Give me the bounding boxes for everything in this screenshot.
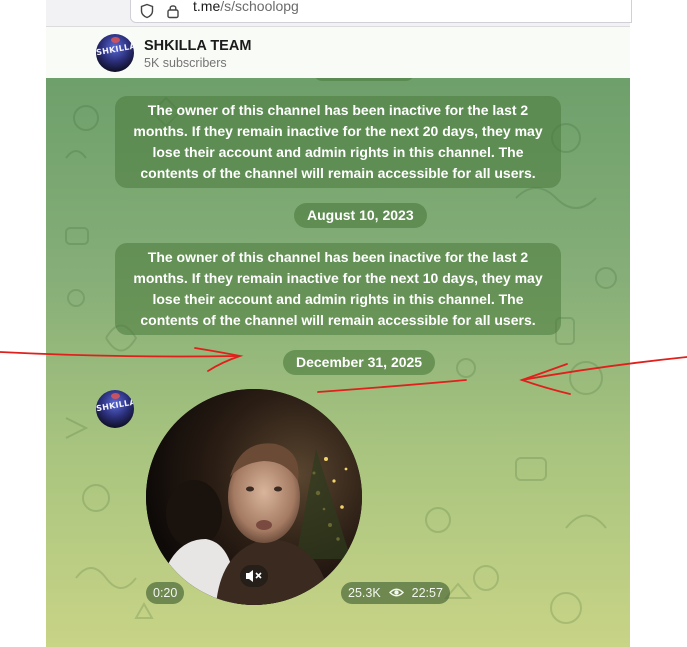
chat-area[interactable]: The owner of this channel has been inact… bbox=[46, 78, 630, 647]
date-separator: August 10, 2023 bbox=[294, 203, 427, 228]
previous-message-edge bbox=[314, 78, 414, 81]
message-time: 22:57 bbox=[411, 586, 443, 600]
avatar-logo-text: SHKILLA bbox=[96, 41, 134, 58]
view-count: 25.3K bbox=[348, 586, 381, 600]
service-message: The owner of this channel has been inact… bbox=[115, 96, 561, 188]
url-path: /s/schoolopg bbox=[220, 0, 299, 14]
video-duration: 0:20 bbox=[146, 582, 185, 604]
channel-name: SHKILLA TEAM bbox=[144, 38, 252, 54]
channel-avatar[interactable]: SHKILLA bbox=[96, 34, 134, 72]
url-text[interactable]: t.me/s/schoolopg bbox=[193, 0, 299, 14]
lock-icon[interactable] bbox=[165, 3, 181, 19]
browser-url-bar bbox=[46, 0, 632, 27]
channel-subscribers: 5K subscribers bbox=[144, 56, 227, 70]
url-host: t.me bbox=[193, 0, 221, 14]
mute-toggle[interactable] bbox=[240, 565, 268, 587]
mute-icon bbox=[246, 570, 262, 582]
avatar-logo-text: SHKILLA bbox=[96, 397, 134, 414]
avatar-graphic bbox=[111, 393, 120, 399]
sender-avatar[interactable]: SHKILLA bbox=[96, 390, 134, 428]
shield-icon[interactable] bbox=[139, 3, 155, 19]
channel-header[interactable]: SHKILLA SHKILLA TEAM 5K subscribers bbox=[46, 27, 630, 79]
message-meta: 25.3K 22:57 bbox=[341, 582, 450, 604]
date-separator: December 31, 2025 bbox=[283, 350, 436, 375]
eye-icon bbox=[389, 588, 405, 597]
avatar-graphic bbox=[111, 37, 120, 43]
service-message: The owner of this channel has been inact… bbox=[115, 243, 561, 335]
